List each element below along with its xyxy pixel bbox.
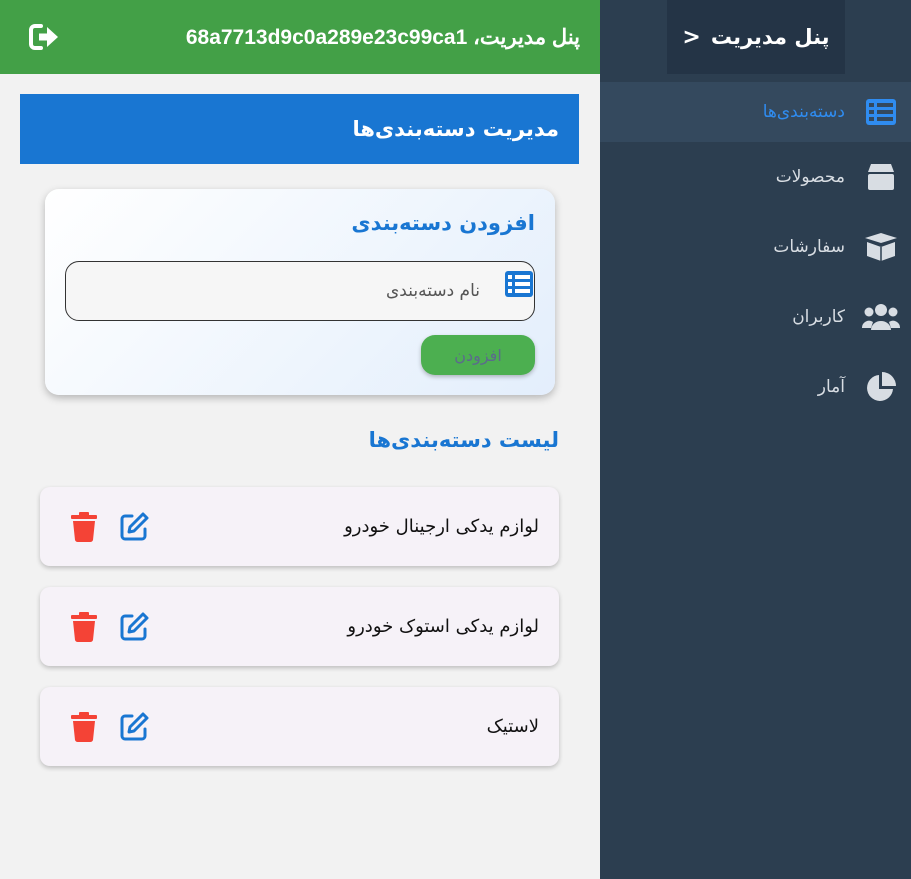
open-box-icon <box>861 230 901 264</box>
edit-icon[interactable] <box>118 711 150 743</box>
sidebar: پنل مدیریت < دسته‌بندی‌ها <box>600 0 911 879</box>
sidebar-item-categories[interactable]: دسته‌بندی‌ها <box>600 82 911 142</box>
edit-icon[interactable] <box>118 611 150 643</box>
logout-icon[interactable] <box>28 20 62 54</box>
edit-icon[interactable] <box>118 511 150 543</box>
sidebar-item-label: محصولات <box>775 167 845 187</box>
sidebar-title: پنل مدیریت <box>710 25 830 49</box>
trash-icon[interactable] <box>70 611 100 643</box>
sidebar-menu: دسته‌بندی‌ها محصولات سفارشات <box>600 82 911 422</box>
chevron-left-icon[interactable]: < <box>682 25 700 50</box>
sidebar-header: پنل مدیریت < <box>667 0 845 74</box>
category-list-title: لیست دسته‌بندی‌ها <box>368 428 559 452</box>
sidebar-item-products[interactable]: محصولات <box>600 142 911 212</box>
list-item: لاستیک <box>40 687 559 766</box>
category-name: لوازم یدکی استوک خودرو <box>347 616 539 637</box>
trash-icon[interactable] <box>70 711 100 743</box>
sidebar-item-users[interactable]: کاربران <box>600 282 911 352</box>
list-item: لوازم یدکی استوک خودرو <box>40 587 559 666</box>
sidebar-item-orders[interactable]: سفارشات <box>600 212 911 282</box>
list-item: لوازم یدکی ارجینال خودرو <box>40 487 559 566</box>
pie-chart-icon <box>861 370 901 404</box>
category-name-field-wrapper <box>65 261 535 321</box>
add-category-card: افزودن دسته‌بندی افزودن <box>45 189 555 395</box>
category-name: لوازم یدکی ارجینال خودرو <box>344 516 539 537</box>
section-header: مدیریت دسته‌بندی‌ها <box>20 94 579 164</box>
list-icon <box>861 95 901 129</box>
sidebar-item-label: سفارشات <box>773 237 845 257</box>
trash-icon[interactable] <box>70 511 100 543</box>
sidebar-item-stats[interactable]: آمار <box>600 352 911 422</box>
sidebar-item-label: کاربران <box>792 307 845 327</box>
category-name-input[interactable] <box>66 262 534 320</box>
top-bar: پنل مدیریت، 68a7713d9c0a289e23c99ca1 <box>0 0 600 74</box>
box-icon <box>861 160 901 194</box>
sidebar-item-label: آمار <box>817 377 845 397</box>
add-category-button[interactable]: افزودن <box>421 335 535 375</box>
users-icon <box>861 300 901 334</box>
sidebar-item-label: دسته‌بندی‌ها <box>762 102 845 122</box>
page-title: مدیریت دسته‌بندی‌ها <box>352 117 559 141</box>
topbar-greeting: پنل مدیریت، 68a7713d9c0a289e23c99ca1 <box>185 25 580 49</box>
category-name: لاستیک <box>486 716 539 737</box>
add-category-title: افزودن دسته‌بندی <box>351 211 535 235</box>
list-icon <box>504 270 534 300</box>
